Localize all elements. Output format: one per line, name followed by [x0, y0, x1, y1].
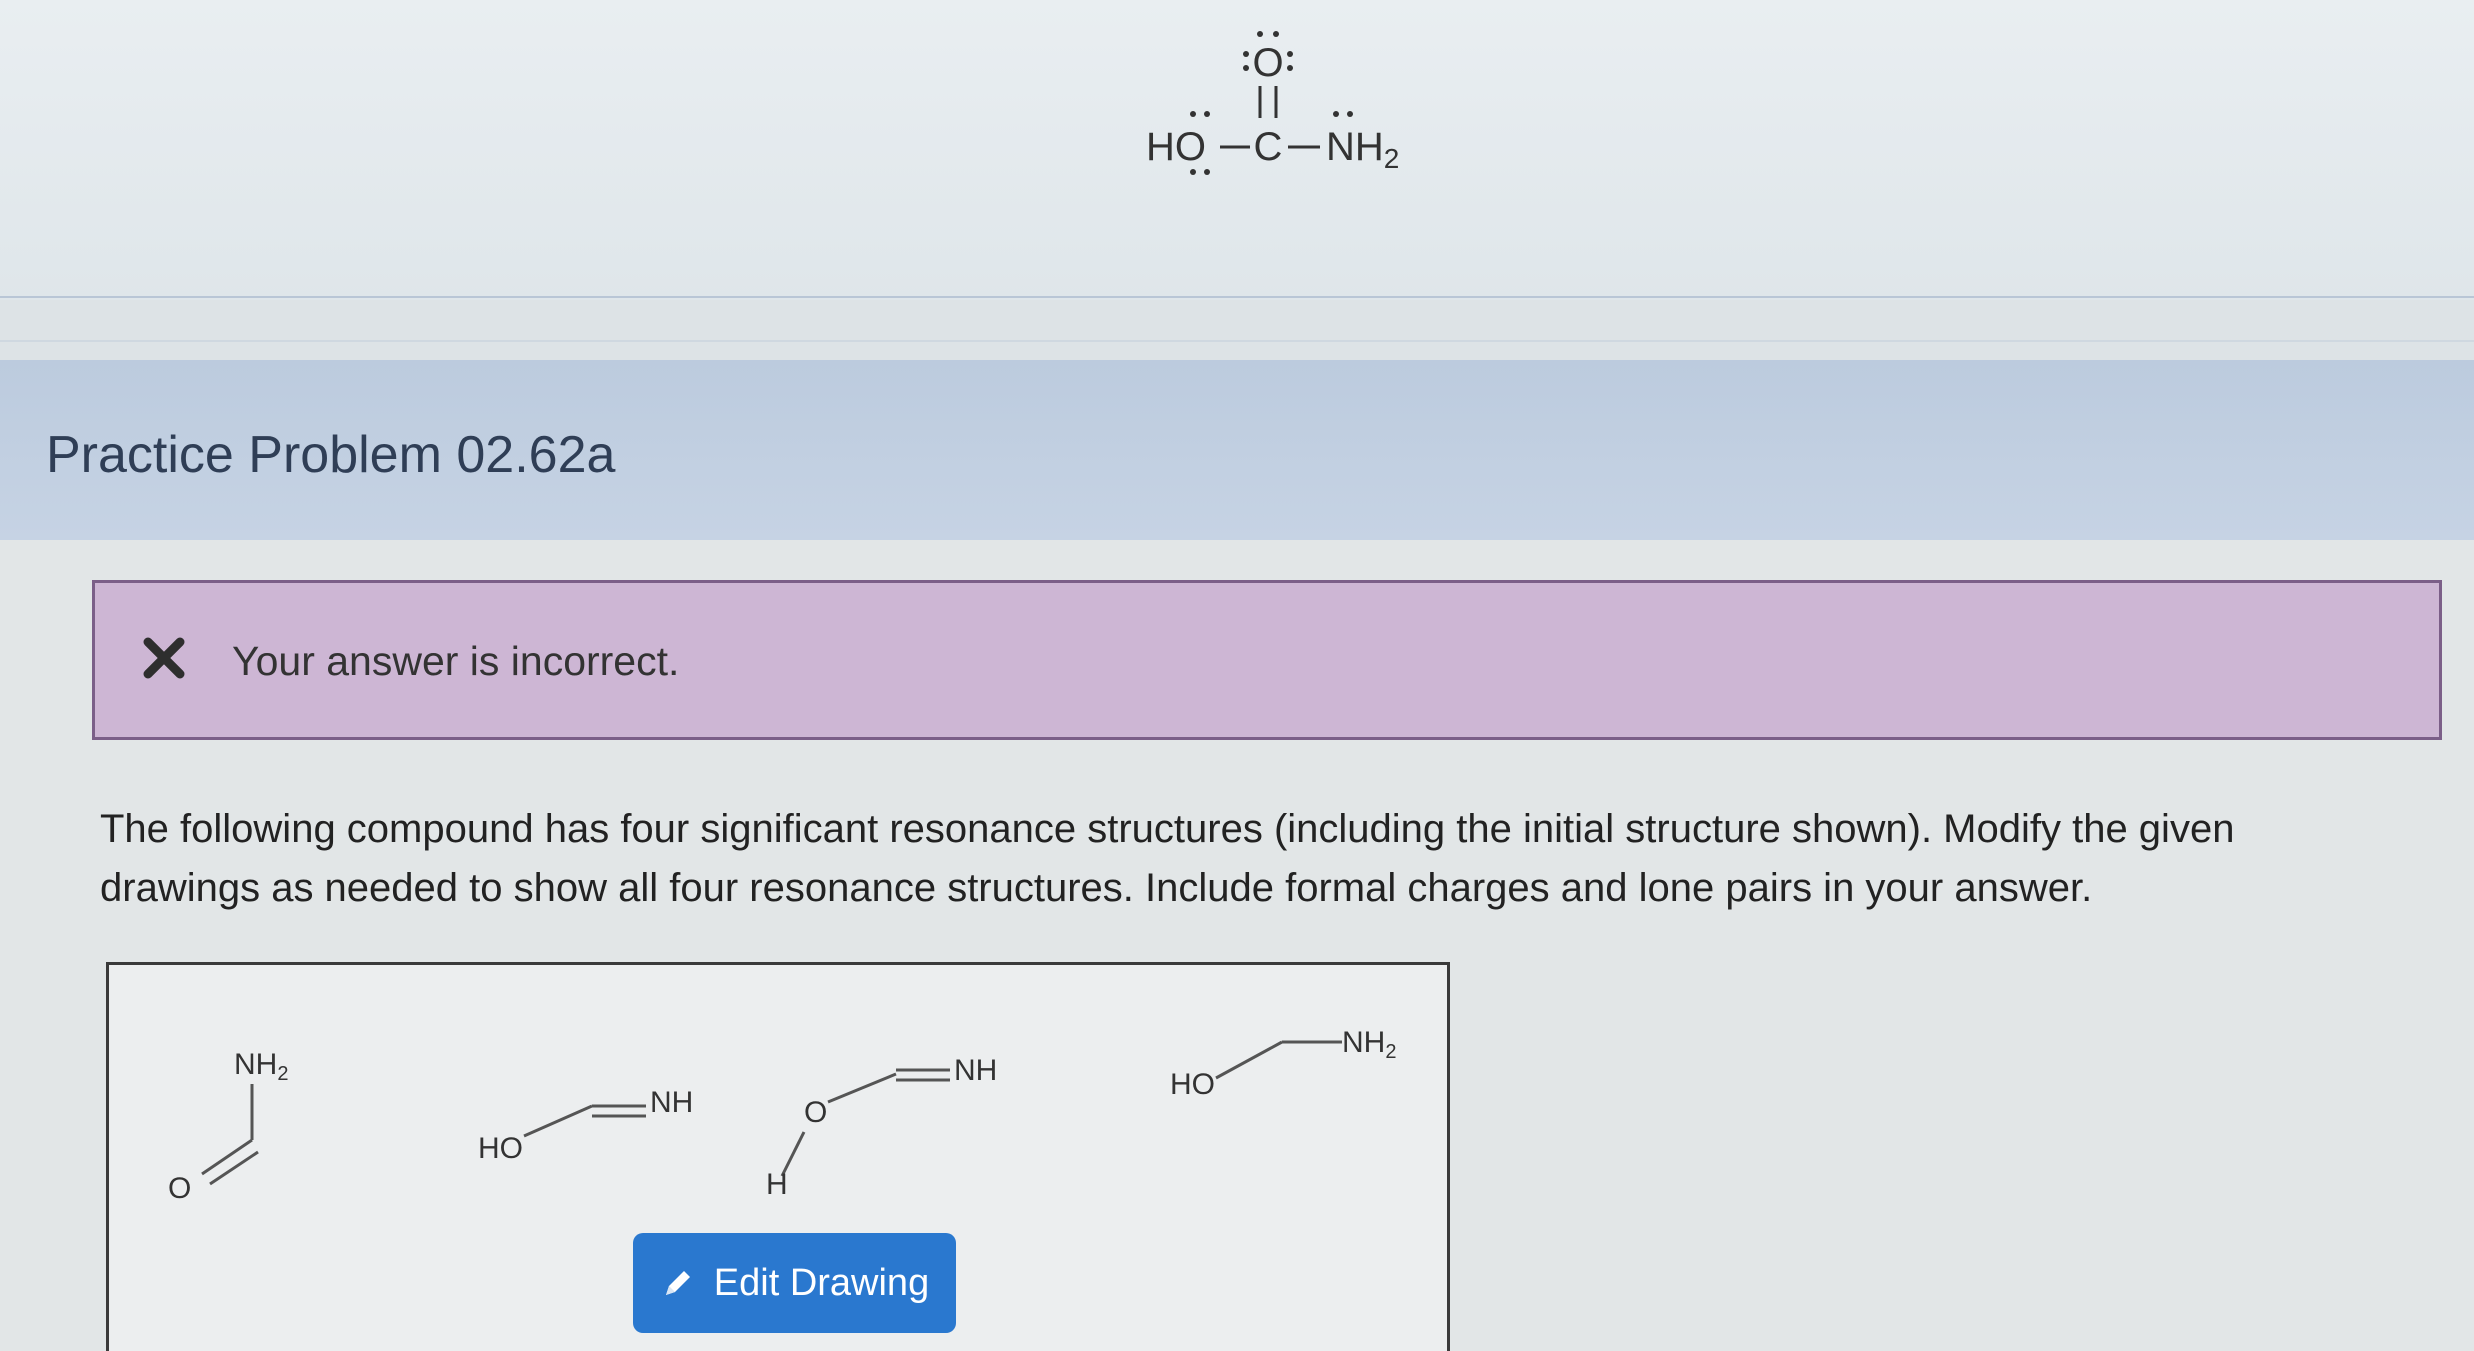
d3-h-label: H [766, 1168, 788, 1201]
ho-group: HO [1146, 125, 1206, 169]
divider [0, 340, 2474, 342]
d4-nh2-label: NH2 [1342, 1026, 1396, 1063]
edit-drawing-label: Edit Drawing [713, 1261, 930, 1304]
pencil-icon [665, 1271, 690, 1295]
d2-nh-label: NH [650, 1086, 693, 1119]
drawing-3[interactable]: O H NH [766, 1054, 997, 1201]
d4-ho-label: HO [1170, 1068, 1215, 1101]
d3-o-label: O [804, 1096, 827, 1129]
divider [0, 296, 2474, 298]
d1-nh2-label: NH2 [234, 1048, 288, 1085]
edit-drawing-button[interactable]: Edit Drawing [633, 1233, 956, 1333]
nh2-group: NH2 [1326, 125, 1399, 174]
page-title: Practice Problem 02.62a [46, 426, 616, 484]
d3-nh-label: NH [954, 1054, 997, 1087]
central-carbon: C [1254, 125, 1283, 169]
drawing-2[interactable]: HO NH [478, 1086, 693, 1165]
x-icon [143, 637, 185, 679]
structure-area: O HO C NH2 [0, 0, 2474, 342]
drawing-1[interactable]: NH2 O [168, 1048, 288, 1205]
top-oxygen: O [1252, 41, 1283, 85]
drawing-4[interactable]: HO NH2 [1170, 1026, 1396, 1101]
question-text: The following compound has four signific… [100, 807, 2235, 910]
error-message: Your answer is incorrect. [232, 638, 680, 684]
lewis-structure: O HO C NH2 [1146, 31, 1399, 175]
d1-o-label: O [168, 1172, 191, 1205]
d2-ho-label: HO [478, 1132, 523, 1165]
